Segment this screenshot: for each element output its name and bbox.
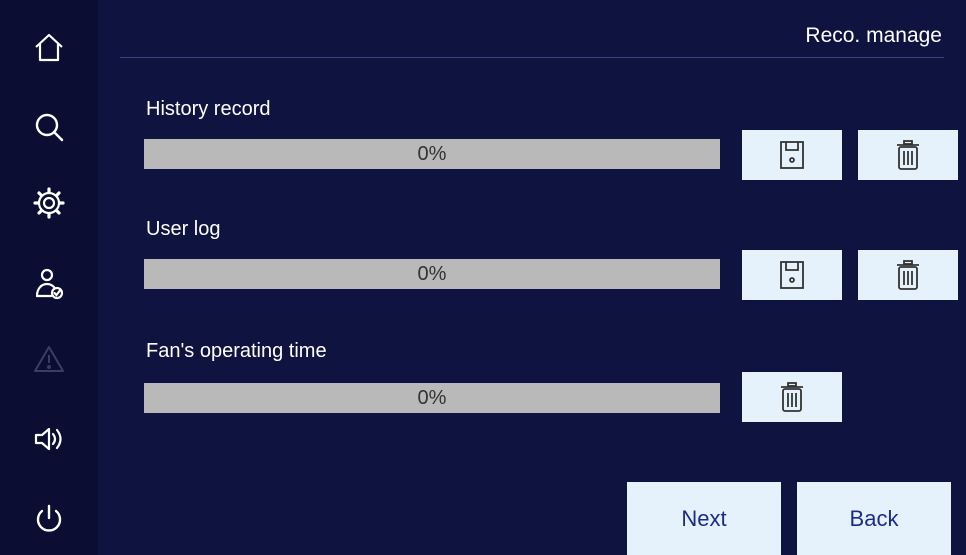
screen: Reco. manage History record 0% User log … [0,0,966,555]
save-icon [780,141,804,169]
next-button[interactable]: Next [627,482,781,555]
save-icon [780,261,804,289]
fan-operating-time-delete-button[interactable] [742,372,842,422]
power-icon[interactable] [28,498,70,540]
fan-operating-time-label: Fan's operating time [146,340,327,362]
user-log-delete-button[interactable] [858,250,958,300]
user-log-progress: 0% [144,259,720,289]
search-icon[interactable] [28,106,70,148]
title-divider [120,57,944,58]
sidebar [0,0,98,555]
gear-icon[interactable] [28,182,70,224]
home-icon[interactable] [28,26,70,68]
user-log-progress-text: 0% [417,263,447,285]
history-record-label: History record [146,98,271,120]
back-button[interactable]: Back [797,482,951,555]
trash-icon [897,140,919,170]
warning-icon [28,338,70,380]
trash-icon [781,382,803,412]
user-log-label: User log [146,218,221,240]
user-log-save-button[interactable] [742,250,842,300]
speaker-icon[interactable] [28,418,70,460]
page-title: Reco. manage [805,24,942,47]
history-record-delete-button[interactable] [858,130,958,180]
fan-operating-time-progress-text: 0% [417,387,447,409]
user-check-icon[interactable] [28,262,70,304]
fan-operating-time-progress: 0% [144,383,720,413]
history-record-progress: 0% [144,139,720,169]
trash-icon [897,260,919,290]
history-record-progress-text: 0% [417,143,447,165]
history-record-save-button[interactable] [742,130,842,180]
